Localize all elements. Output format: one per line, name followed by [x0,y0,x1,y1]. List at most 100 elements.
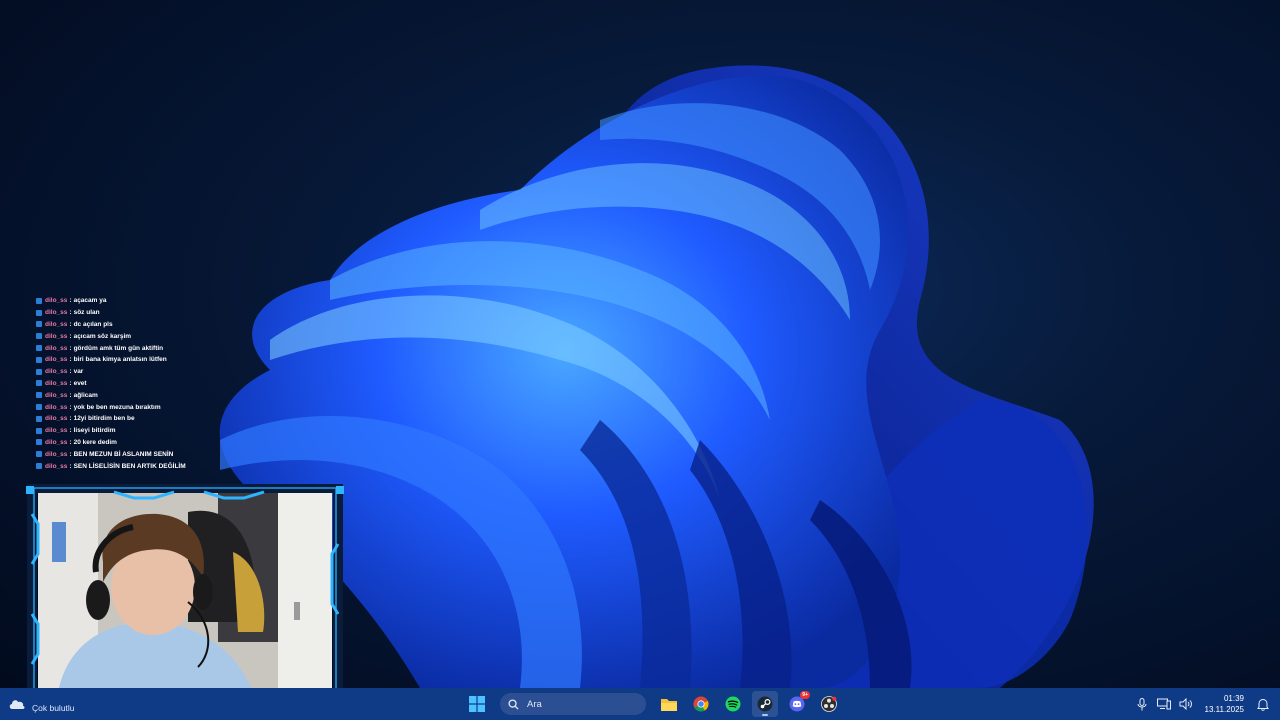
chat-badge-icon [36,415,42,422]
chat-username: dilo_ss [45,332,68,340]
weather-widget[interactable]: Çok bulutlu [8,694,75,714]
chat-separator: : [69,368,72,376]
windows-icon [469,696,485,712]
chat-username: dilo_ss [45,450,68,458]
system-tray: 01:39 13.11.2025 [1131,688,1280,720]
chat-username: dilo_ss [45,438,68,446]
chat-message: dilo_ss:12yi bitirdim ben be [36,413,336,425]
cloud-icon [8,697,26,711]
chat-separator: : [69,332,72,340]
taskbar-center: 9+ [464,688,842,720]
chat-badge-icon [36,333,42,340]
chat-username: dilo_ss [45,320,68,328]
chat-text: açacam ya [73,297,107,305]
chat-message: dilo_ss: evet [36,378,336,390]
steam-icon [757,696,773,712]
chat-message: dilo_ss: BEN MEZUN Bİ ASLANIM SENİN [36,448,336,460]
chat-separator: : [69,403,72,411]
chat-separator: : [69,379,72,387]
microphone-icon[interactable] [1133,695,1151,713]
chat-text: biri bana kimya anlatsın lütfen [73,356,167,364]
chrome-icon [693,696,709,712]
spotify-button[interactable] [720,691,746,717]
chat-username: dilo_ss [45,391,68,399]
spotify-icon [725,696,741,712]
file-explorer-button[interactable] [656,691,682,717]
chat-overlay: dilo_ss: açacam ya dilo_ss: söz ulan dilo_… [36,295,336,472]
chat-username: dilo_ss [45,309,68,317]
clock-date: 13.11.2025 [1204,705,1244,714]
chat-separator: : [69,309,72,317]
active-indicator [762,714,768,716]
chat-badge-icon [36,404,42,411]
chat-username: dilo_ss [45,297,68,305]
notifications-icon[interactable] [1254,695,1272,713]
chat-separator: : [69,297,72,305]
chat-text: evet [73,379,87,387]
chat-separator: : [69,356,72,364]
discord-button[interactable]: 9+ [784,691,810,717]
chat-badge-icon [36,427,42,434]
chat-text: açıcam söz karşim [73,332,132,340]
chat-message: dilo_ss: ağlicam [36,389,336,401]
chat-message: dilo_ss: gördüm amk tüm gün aktiftin [36,342,336,354]
chat-badge-icon [36,439,42,446]
chat-text: yok be ben mezuna bıraktım [73,403,161,411]
taskbar: Çok bulutlu Ara 9+ 01:39 13.11.2025 [0,688,1280,720]
chat-message: dilo_ss: dc açılan pls [36,319,336,331]
steam-button[interactable] [752,691,778,717]
chat-message: dilo_ss: var [36,366,336,378]
chat-username: dilo_ss [45,427,68,435]
chat-badge-icon [36,309,42,316]
chat-text: söz ulan [73,309,100,317]
weather-label: Çok bulutlu [32,703,75,713]
obs-icon [821,696,837,712]
chat-badge-icon [36,356,42,363]
chat-badge-icon [36,368,42,375]
chat-message: dilo_ss: SEN LİSELİSİN BEN ARTIK DEĞİLİM [36,460,336,472]
chat-badge-icon [36,463,42,470]
chat-text: liseyi bitirdim [73,427,116,435]
obs-button[interactable] [816,691,842,717]
chrome-button[interactable] [688,691,714,717]
network-icon[interactable] [1155,695,1173,713]
chat-username: dilo_ss [45,344,68,352]
webcam-border [26,484,344,703]
chat-message: dilo_ss: açıcam söz karşim [36,330,336,342]
chat-username: dilo_ss [45,356,68,364]
notification-badge: 9+ [800,691,810,699]
chat-username: dilo_ss [45,415,68,423]
webcam-overlay [24,484,346,704]
clock[interactable]: 01:39 13.11.2025 [1205,693,1244,715]
chat-text: 20 kere dedim [73,438,117,446]
chat-username: dilo_ss [45,379,68,387]
chat-message: dilo_ss: yok be ben mezuna bıraktım [36,401,336,413]
chat-message: dilo_ss: söz ulan [36,307,336,319]
chat-badge-icon [36,392,42,399]
chat-message: dilo_ss: açacam ya [36,295,336,307]
chat-separator: : [69,344,72,352]
chat-separator: : [69,391,72,399]
clock-time: 01:39 [1223,694,1244,703]
chat-text: dc açılan pls [73,320,113,328]
chat-username: dilo_ss [45,403,68,411]
chat-message: dilo_ss:20 kere dedim [36,437,336,449]
chat-badge-icon [36,321,42,328]
taskbar-search[interactable] [500,693,646,715]
start-button[interactable] [464,691,490,717]
chat-badge-icon [36,345,42,352]
chat-separator: : [69,462,72,470]
chat-username: dilo_ss [45,368,68,376]
volume-icon[interactable] [1177,695,1195,713]
chat-message: dilo_ss: biri bana kimya anlatsın lütfen [36,354,336,366]
chat-badge-icon [36,451,42,458]
chat-text: BEN MEZUN Bİ ASLANIM SENİN [73,450,174,458]
chat-text: 12yi bitirdim ben be [73,415,135,423]
chat-text: gördüm amk tüm gün aktiftin [73,344,164,352]
folder-icon [661,698,677,711]
chat-badge-icon [36,297,42,304]
chat-username: dilo_ss [45,462,68,470]
chat-badge-icon [36,380,42,387]
search-icon [508,698,519,710]
search-input[interactable] [525,697,639,711]
